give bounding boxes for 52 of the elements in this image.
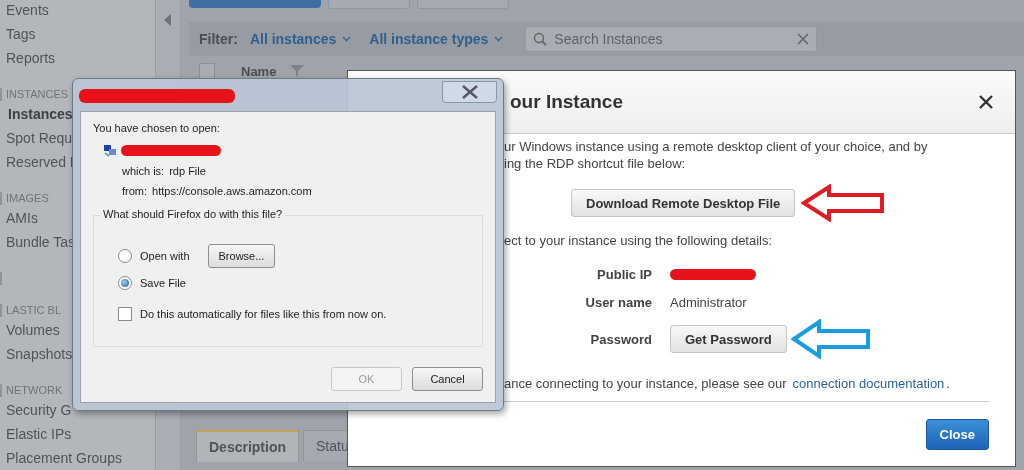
get-password-button[interactable]: Get Password: [670, 325, 787, 353]
filter-dropdown[interactable]: All instance types: [369, 31, 489, 47]
field-label: Password: [589, 331, 652, 347]
section-heading: LASTIC BL: [6, 304, 62, 316]
help-text: ance connecting to your instance, please see our: [504, 375, 787, 392]
field-value: Administrator: [670, 294, 747, 310]
sidebar-item[interactable]: Placement Groups: [0, 448, 155, 470]
help-text: .: [946, 376, 950, 391]
browse-button[interactable]: Browse...: [207, 243, 276, 268]
close-button[interactable]: Close: [925, 418, 989, 450]
field-value: rdp File: [169, 165, 206, 177]
download-button[interactable]: Download Remote Desktop File: [571, 189, 796, 217]
option-label[interactable]: Open with: [140, 249, 190, 262]
field-label: User name: [584, 294, 652, 310]
radio-button[interactable]: [118, 248, 132, 263]
radio-button[interactable]: [118, 275, 132, 290]
section-heading: INSTANCES: [6, 88, 69, 100]
dialog-title: our Instance: [510, 91, 624, 113]
prompt-text: You have chosen to open:: [93, 122, 221, 136]
instruction-text: ect to your instance using the following details:: [504, 232, 774, 249]
group-label: What should Firefox do with this file?: [100, 208, 286, 220]
caret-icon[interactable]: [342, 36, 352, 42]
documentation-link[interactable]: connection documentation: [792, 376, 945, 391]
instruction-text: ur Windows instance using a remote desktop client of your choice, and by: [504, 138, 929, 155]
field-label: from:: [122, 185, 148, 197]
file-icon: [103, 144, 117, 157]
option-label[interactable]: Do this automatically for files like this from now on.: [140, 307, 387, 320]
field-label: Public IP: [596, 266, 652, 282]
caret-icon[interactable]: [494, 36, 504, 42]
collapse-arrow-icon[interactable]: [164, 14, 172, 26]
filter-label: Filter:: [199, 31, 238, 47]
checkbox[interactable]: [118, 306, 132, 321]
sidebar-item[interactable]: Elastic IPs: [0, 424, 155, 448]
section-heading: IMAGES: [6, 192, 49, 204]
filter-dropdown[interactable]: All instances: [249, 31, 337, 47]
field-value: https://console.aws.amazon.com: [152, 185, 312, 197]
sidebar-item[interactable]: Reports: [0, 48, 155, 72]
clear-icon[interactable]: [797, 33, 810, 45]
dialog-button[interactable]: Cancel: [412, 367, 483, 391]
section-heading: NETWORK: [6, 384, 63, 396]
search-icon: [533, 32, 548, 46]
option-label[interactable]: Save File: [140, 276, 186, 289]
tab[interactable]: Description: [196, 430, 299, 462]
field-label: which is:: [122, 165, 165, 177]
select-all-checkbox[interactable]: [199, 63, 215, 79]
instruction-text: ing the RDP shortcut file below:: [504, 155, 687, 172]
column-header[interactable]: Name: [241, 63, 277, 79]
close-icon[interactable]: [979, 95, 993, 109]
sidebar-item[interactable]: Events: [0, 0, 155, 24]
sidebar-item[interactable]: Tags: [0, 24, 155, 48]
close-button[interactable]: [442, 81, 497, 103]
search-field[interactable]: Search Instances: [525, 26, 818, 52]
